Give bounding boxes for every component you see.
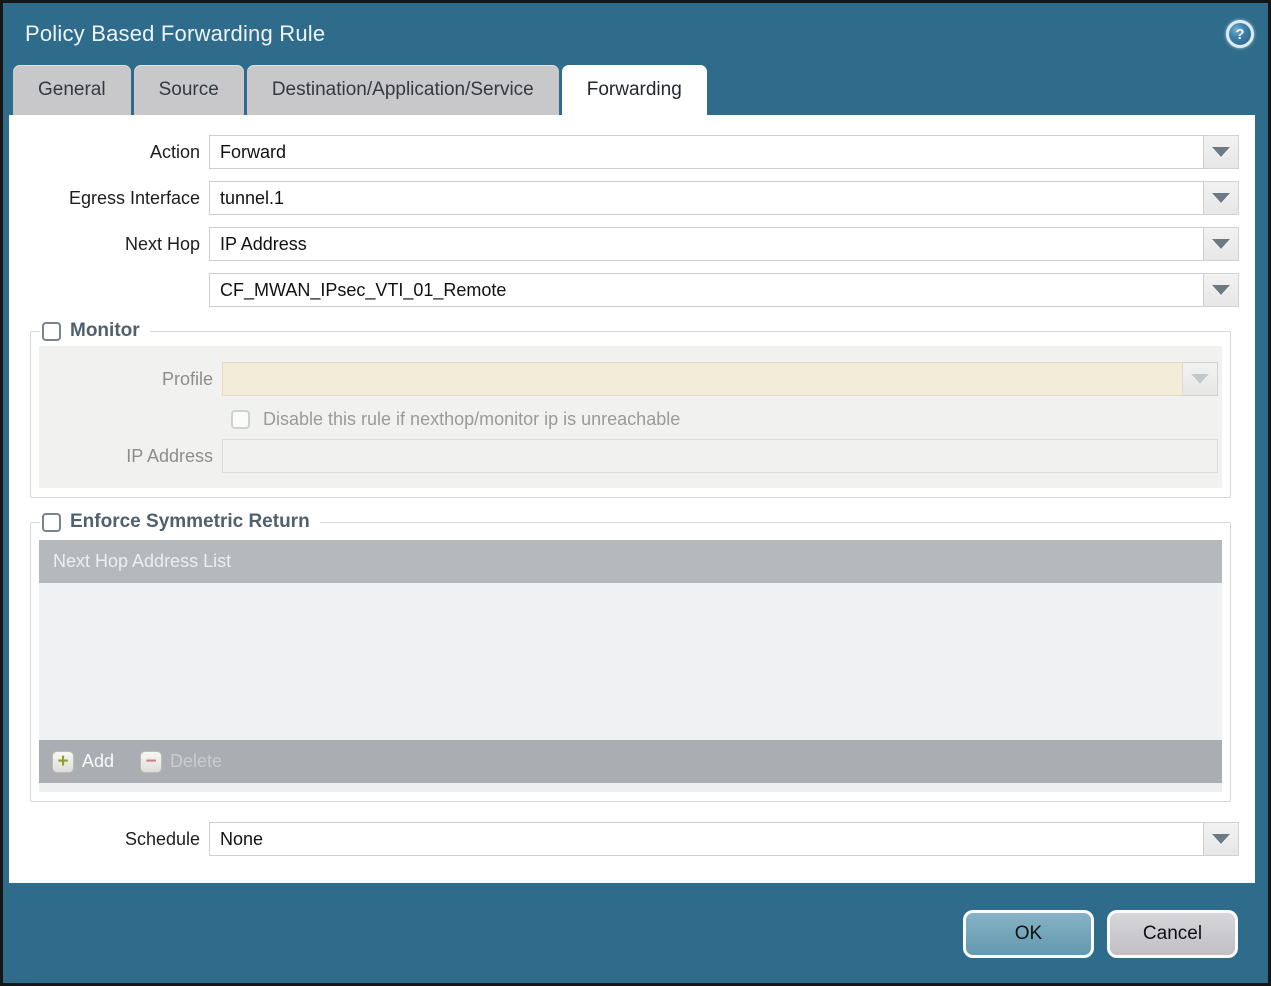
enforce-symmetric-return-legend-label: Enforce Symmetric Return [70,511,310,532]
monitor-panel: Profile Disable this rule if nexthop/mon… [39,346,1222,488]
monitor-checkbox[interactable] [42,321,61,341]
monitor-ip-address-row: IP Address [39,439,1218,473]
monitor-legend: Monitor [40,318,150,344]
monitor-fieldset: Monitor Profile Disable this rule if nex… [30,318,1231,498]
next-hop-address-list-table: Next Hop Address List + Add − Delete [39,540,1222,792]
ok-button[interactable]: OK [963,910,1094,958]
next-hop-address-list-footer: + Add − Delete [39,740,1222,783]
schedule-label: Schedule [124,828,200,849]
action-dropdown-button[interactable] [1204,135,1239,169]
enforce-symmetric-return-fieldset: Enforce Symmetric Return Next Hop Addres… [30,509,1231,802]
disable-rule-checkbox [231,410,250,429]
tab-destination-application-service[interactable]: Destination/Application/Service [246,65,559,115]
chevron-down-icon [1212,239,1230,249]
egress-interface-label: Egress Interface [68,187,200,208]
egress-interface-select[interactable]: tunnel.1 [209,181,1204,215]
chevron-down-icon [1212,834,1230,844]
add-button-label: Add [82,751,115,771]
help-icon[interactable]: ? [1226,20,1254,48]
next-hop-label: Next Hop [124,233,200,254]
delete-button-label: Delete [170,751,223,771]
enforce-symmetric-return-checkbox[interactable] [42,512,61,532]
next-hop-address-row: CF_MWAN_IPsec_VTI_01_Remote [9,273,1239,307]
schedule-select[interactable]: None [209,822,1204,856]
action-label: Action [149,141,200,162]
next-hop-row: Next Hop IP Address [9,227,1239,261]
action-select[interactable]: Forward [209,135,1204,169]
next-hop-address-list-header: Next Hop Address List [39,540,1222,583]
cancel-button[interactable]: Cancel [1107,910,1238,958]
tab-forwarding[interactable]: Forwarding [561,65,707,115]
next-hop-type-dropdown-button[interactable] [1204,227,1239,261]
dialog-title: Policy Based Forwarding Rule [25,21,326,46]
next-hop-address-select[interactable]: CF_MWAN_IPsec_VTI_01_Remote [209,273,1204,307]
chevron-down-icon [1212,147,1230,157]
next-hop-address-list-body[interactable] [39,583,1222,740]
monitor-ip-address-label: IP Address [126,445,213,466]
profile-dropdown-button [1183,362,1218,396]
tab-general[interactable]: General [13,65,131,115]
profile-row: Profile [39,362,1218,396]
dialog-titlebar: Policy Based Forwarding Rule ? [3,3,1268,65]
next-hop-address-dropdown-button[interactable] [1204,273,1239,307]
chevron-down-icon [1191,374,1209,384]
egress-interface-row: Egress Interface tunnel.1 [9,181,1239,215]
chevron-down-icon [1212,285,1230,295]
minus-icon: − [140,750,163,773]
tab-bar: General Source Destination/Application/S… [3,65,1268,115]
enforce-symmetric-return-legend: Enforce Symmetric Return [40,509,320,535]
plus-icon: + [52,750,74,773]
schedule-row: Schedule None [9,822,1239,856]
delete-button: − Delete [140,750,223,773]
tab-source[interactable]: Source [133,65,244,115]
chevron-down-icon [1212,193,1230,203]
disable-rule-row: Disable this rule if nexthop/monitor ip … [231,409,1218,430]
disable-rule-label: Disable this rule if nexthop/monitor ip … [263,409,681,429]
forwarding-tab-panel: Action Forward Egress Interface tunnel.1… [9,115,1255,883]
profile-label: Profile [161,368,213,389]
next-hop-type-select[interactable]: IP Address [209,227,1204,261]
monitor-ip-address-input [222,439,1218,473]
add-button[interactable]: + Add [52,750,115,773]
profile-select [222,362,1183,396]
dialog-footer: OK Cancel [3,883,1268,983]
table-resize-strip [39,783,1222,792]
monitor-legend-label: Monitor [70,320,140,341]
action-row: Action Forward [9,135,1239,169]
egress-interface-dropdown-button[interactable] [1204,181,1239,215]
schedule-dropdown-button[interactable] [1204,822,1239,856]
policy-based-forwarding-dialog: Policy Based Forwarding Rule ? General S… [0,0,1271,986]
